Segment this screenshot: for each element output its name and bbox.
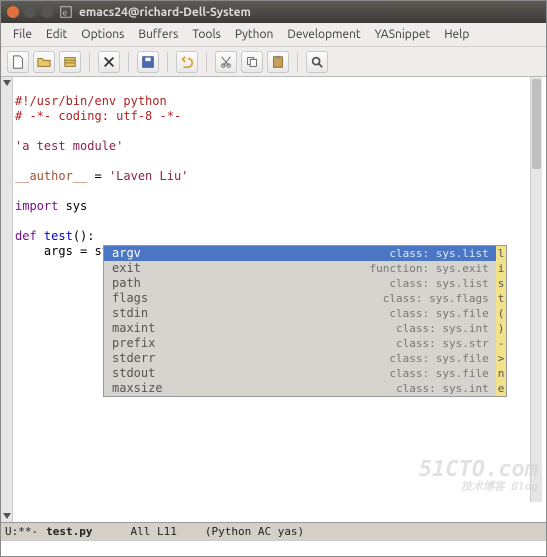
- separator-icon: [297, 52, 298, 72]
- menubar: File Edit Options Buffers Tools Python D…: [1, 23, 546, 47]
- paste-button[interactable]: [267, 51, 289, 73]
- new-file-button[interactable]: [7, 51, 29, 73]
- code-line: 'a test module': [15, 139, 123, 153]
- modeline-status: U:**-: [5, 525, 38, 538]
- menu-yasnippet[interactable]: YASnippet: [369, 26, 437, 43]
- cut-button[interactable]: [215, 51, 237, 73]
- copy-button[interactable]: [241, 51, 263, 73]
- menu-help[interactable]: Help: [438, 26, 475, 43]
- minibuffer[interactable]: [1, 540, 546, 556]
- separator-icon: [167, 52, 168, 72]
- code-line: import sys: [15, 199, 87, 213]
- menu-options[interactable]: Options: [75, 26, 130, 43]
- watermark: 51CTO.com 技术博客 Blog: [419, 459, 538, 492]
- close-button[interactable]: [98, 51, 120, 73]
- completion-item[interactable]: flagsclass: sys.flags c: [104, 291, 506, 306]
- modeline-modes: (Python AC yas): [205, 525, 304, 538]
- code-line: __author__ = 'Laven Liu': [15, 169, 188, 183]
- separator-icon: [128, 52, 129, 72]
- svg-text:e: e: [63, 8, 68, 18]
- separator-icon: [206, 52, 207, 72]
- menu-python[interactable]: Python: [229, 26, 280, 43]
- scrollbar-thumb[interactable]: [532, 79, 541, 169]
- code-line: # -*- coding: utf-8 -*-: [15, 109, 181, 123]
- toolbar: [1, 47, 546, 77]
- code-line: #!/usr/bin/env python: [15, 94, 167, 108]
- scrollbar[interactable]: [530, 77, 542, 502]
- editor-area[interactable]: #!/usr/bin/env python # -*- coding: utf-…: [1, 77, 546, 522]
- save-button[interactable]: [137, 51, 159, 73]
- fringe-indicator-icon: [3, 513, 11, 519]
- fringe: [1, 77, 13, 522]
- completion-annotation: list()->new empty li: [496, 246, 506, 396]
- app-icon: e: [59, 5, 73, 19]
- menu-tools[interactable]: Tools: [186, 26, 227, 43]
- menu-file[interactable]: File: [7, 26, 38, 43]
- completion-item[interactable]: exitfunction: sys.exit f: [104, 261, 506, 276]
- completion-item[interactable]: maxsizeclass: sys.int c: [104, 381, 506, 396]
- minimize-icon[interactable]: [24, 6, 36, 18]
- maximize-icon[interactable]: [41, 6, 53, 18]
- code-line: def test():: [15, 229, 95, 243]
- window-title: emacs24@richard-Dell-System: [79, 6, 251, 19]
- modeline-position: All L11: [130, 525, 176, 538]
- completion-item[interactable]: pathclass: sys.list c: [104, 276, 506, 291]
- titlebar: e emacs24@richard-Dell-System: [1, 1, 546, 23]
- search-button[interactable]: [306, 51, 328, 73]
- open-button[interactable]: [33, 51, 55, 73]
- modeline[interactable]: U:**- test.py All L11 (Python AC yas): [1, 522, 546, 540]
- undo-button[interactable]: [176, 51, 198, 73]
- emacs-window: e emacs24@richard-Dell-System File Edit …: [0, 0, 547, 557]
- dired-button[interactable]: [59, 51, 81, 73]
- close-icon[interactable]: [7, 6, 19, 18]
- window-buttons: [7, 6, 53, 18]
- fringe-indicator-icon: [3, 80, 11, 86]
- completion-item[interactable]: prefixclass: sys.str c: [104, 336, 506, 351]
- menu-edit[interactable]: Edit: [40, 26, 73, 43]
- completion-item[interactable]: argvclass: sys.list c: [104, 246, 506, 261]
- completion-item[interactable]: stdoutclass: sys.file c: [104, 366, 506, 381]
- menu-development[interactable]: Development: [281, 26, 366, 43]
- completion-item[interactable]: stdinclass: sys.file c: [104, 306, 506, 321]
- separator-icon: [89, 52, 90, 72]
- menu-buffers[interactable]: Buffers: [132, 26, 184, 43]
- completion-item[interactable]: maxintclass: sys.int c: [104, 321, 506, 336]
- completion-popup[interactable]: argvclass: sys.list c exitfunction: sys.…: [103, 245, 507, 397]
- modeline-filename: test.py: [46, 525, 92, 538]
- completion-item[interactable]: stderrclass: sys.file c: [104, 351, 506, 366]
